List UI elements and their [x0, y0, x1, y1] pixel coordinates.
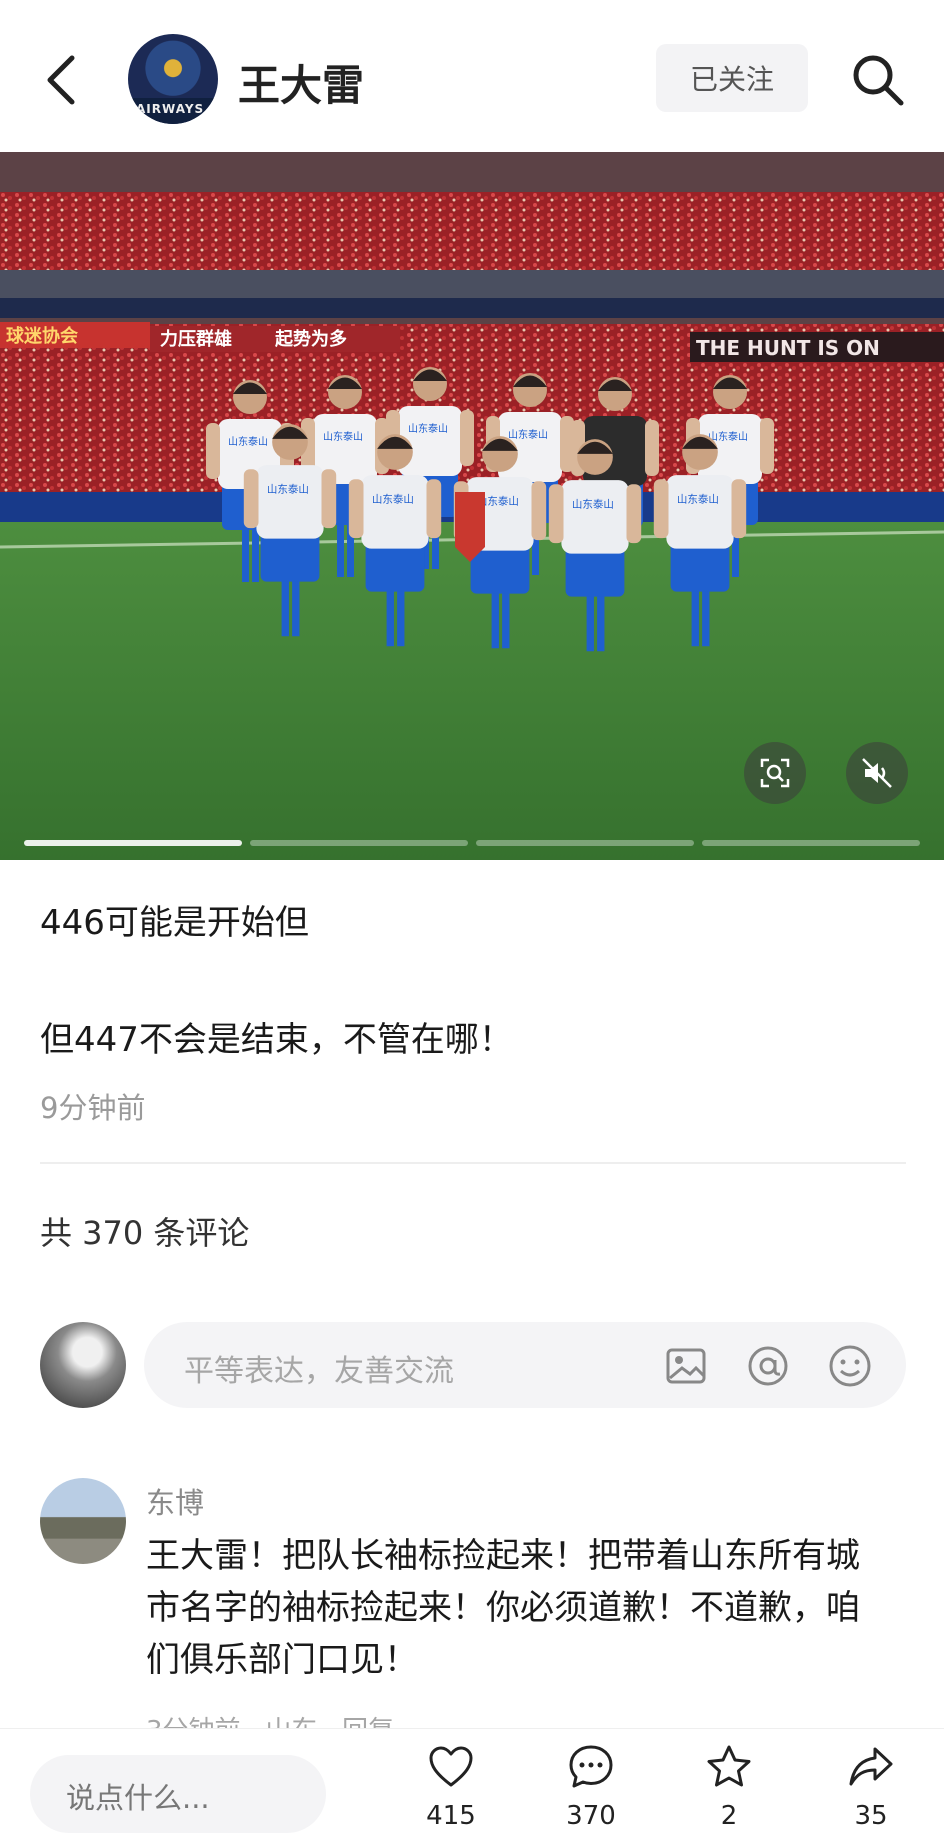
post-text-line1: 446可能是开始但 — [40, 903, 309, 943]
slide-progress-segment — [476, 840, 694, 846]
comment-input[interactable]: 平等表达，友善交流 — [144, 1322, 906, 1408]
say-something-placeholder: 说点什么... — [66, 1781, 210, 1815]
back-icon[interactable] — [40, 52, 84, 108]
svg-text:山东泰山: 山东泰山 — [228, 435, 268, 448]
mute-icon[interactable] — [846, 742, 908, 804]
heart-icon — [429, 1746, 473, 1787]
like-count: 415 — [426, 1801, 476, 1831]
image-search-icon[interactable] — [744, 742, 806, 804]
image-icon[interactable] — [662, 1342, 710, 1390]
post-photo[interactable]: 球迷协会 力压群雄 起势为多 THE HUNT IS ON 山东泰山 山东泰山 山东… — [0, 152, 944, 860]
svg-text:山东泰山: 山东泰山 — [267, 482, 309, 495]
at-icon[interactable] — [744, 1342, 792, 1390]
banner-left-text: 球迷协会 — [6, 325, 78, 347]
comment-icon — [569, 1745, 613, 1788]
svg-text:山东泰山: 山东泰山 — [372, 492, 414, 505]
commenter-name[interactable]: 东博 — [146, 1480, 204, 1522]
svg-text:山东泰山: 山东泰山 — [677, 492, 719, 505]
star-icon — [707, 1745, 751, 1787]
author-name[interactable]: 王大雷 — [238, 52, 364, 113]
slide-progress-segment — [702, 840, 920, 846]
post-time: 9分钟前 — [40, 1091, 146, 1125]
divider — [40, 1162, 906, 1164]
top-bar: AIRWAYS 王大雷 已关注 — [0, 0, 944, 152]
slide-progress-segment — [250, 840, 468, 846]
my-avatar — [40, 1322, 126, 1408]
bottom-action-bar: 说点什么... 415 370 2 35 — [0, 1728, 944, 1845]
comment-count: 370 — [566, 1801, 616, 1831]
svg-text:山东泰山: 山东泰山 — [508, 428, 548, 441]
banner-mid-text: 力压群雄 — [160, 328, 232, 350]
club-pennant — [455, 492, 485, 562]
favorite-count: 2 — [720, 1801, 738, 1831]
like-button[interactable]: 415 — [406, 1743, 496, 1843]
comment-button[interactable]: 370 — [546, 1743, 636, 1843]
comment-count-title: 共 370 条评论 — [40, 1214, 250, 1252]
svg-text:山东泰山: 山东泰山 — [408, 422, 448, 435]
share-icon — [849, 1747, 893, 1786]
author-avatar[interactable]: AIRWAYS — [128, 34, 218, 124]
share-count: 35 — [854, 1801, 888, 1831]
follow-button[interactable]: 已关注 — [656, 44, 808, 112]
banner-mid2-text: 起势为多 — [274, 328, 347, 350]
say-something-input[interactable]: 说点什么... — [30, 1755, 326, 1833]
post-text-line2: 但447不会是结束，不管在哪！ — [40, 1020, 513, 1060]
slide-progress-segment — [24, 840, 242, 846]
banner-right-text: THE HUNT IS ON — [696, 336, 880, 360]
avatar-logo-text: AIRWAYS — [136, 102, 205, 116]
commenter-avatar[interactable] — [40, 1478, 126, 1564]
emoji-icon[interactable] — [826, 1342, 874, 1390]
svg-text:山东泰山: 山东泰山 — [572, 497, 614, 510]
svg-text:山东泰山: 山东泰山 — [323, 430, 363, 443]
search-icon[interactable] — [850, 52, 906, 108]
favorite-button[interactable]: 2 — [684, 1743, 774, 1843]
comment-input-placeholder: 平等表达，友善交流 — [184, 1354, 454, 1389]
comment-body: 王大雷！把队长袖标捡起来！把带着山东所有城市名字的袖标捡起来！你必须道歉！不道歉… — [146, 1536, 860, 1680]
share-button[interactable]: 35 — [826, 1743, 916, 1843]
